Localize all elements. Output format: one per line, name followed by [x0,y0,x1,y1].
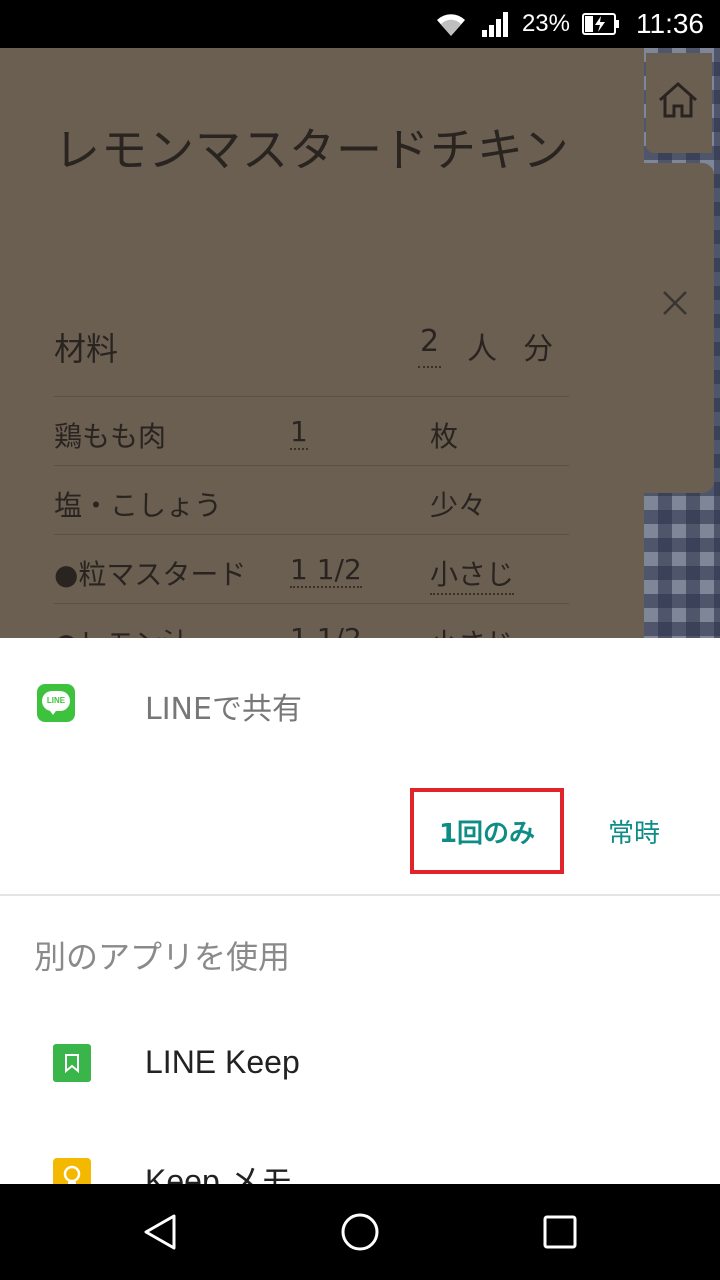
app-option-label: Keep メモ [145,1163,293,1184]
just-once-button[interactable]: 1回のみ [410,788,564,874]
home-icon[interactable] [656,78,700,122]
ingredient-name: 塩・こしょう [54,489,223,522]
ingredient-list: 鶏もも肉 1 枚 塩・こしょう 少々 ●粒マスタード 1 1/2 小さじ ●レモ… [54,396,569,638]
keep-memo-icon [53,1158,91,1184]
battery-charging-icon [582,13,619,35]
ingredient-qty: 1 1/2 [290,553,362,588]
recents-icon[interactable] [542,1214,578,1250]
divider [0,894,720,896]
ingredient-qty: 1 [290,415,308,450]
battery-percent: 23% [521,10,570,37]
app-option-keep-memo[interactable]: Keep メモ [0,1122,720,1184]
ingredient-row: 鶏もも肉 1 枚 [54,396,569,465]
ingredient-row: ●レモン汁 1 1/2 小さじ [54,603,569,638]
signal-icon [481,12,508,37]
ingredient-unit: 小さじ [430,622,514,638]
share-chooser-sheet: LINE LINEで共有 1回のみ 常時 別のアプリを使用 LINE Keep … [0,638,720,1184]
ingredients-label: 材料 [54,330,119,368]
back-icon[interactable] [140,1212,180,1252]
servings-unit-2: 分 [523,332,554,367]
status-clock: 11:36 [636,8,704,39]
ingredient-name: ●レモン汁 [54,622,190,638]
other-apps-label: 別のアプリを使用 [34,938,291,976]
line-keep-icon [53,1044,91,1082]
default-app-label: LINEで共有 [145,692,302,727]
navigation-bar [0,1184,720,1280]
ingredient-unit: 小さじ [430,553,515,595]
app-option-label: LINE Keep [145,1044,300,1080]
side-tab [644,163,714,493]
recipe-title: レモンマスタードチキン [54,123,570,177]
ingredient-unit: 少々 [430,489,487,522]
ingredient-name: 鶏もも肉 [54,420,167,453]
app-option-line-keep[interactable]: LINE Keep [0,1010,720,1120]
always-button[interactable]: 常時 [590,808,678,854]
background-app: レモンマスタードチキン 材料 2 人 分 鶏もも肉 1 枚 塩・こしょう 少々 … [0,48,720,638]
home-button-icon[interactable] [338,1210,382,1254]
ingredient-row: 塩・こしょう 少々 [54,465,569,534]
close-icon[interactable] [660,288,690,318]
default-app-row[interactable]: LINE LINEで共有 [0,638,720,772]
ingredient-unit: 枚 [430,420,459,453]
wifi-icon [436,14,465,36]
status-bar: 23% 11:36 [0,0,720,48]
line-app-icon: LINE [37,684,75,722]
ingredient-name: ●粒マスタード [54,558,247,591]
ingredient-row: ●粒マスタード 1 1/2 小さじ [54,534,569,603]
servings-number[interactable]: 2 [418,324,442,368]
servings-unit-1: 人 [467,332,498,367]
ingredient-qty: 1 1/2 [290,622,362,638]
servings: 2 人 分 [418,324,553,368]
